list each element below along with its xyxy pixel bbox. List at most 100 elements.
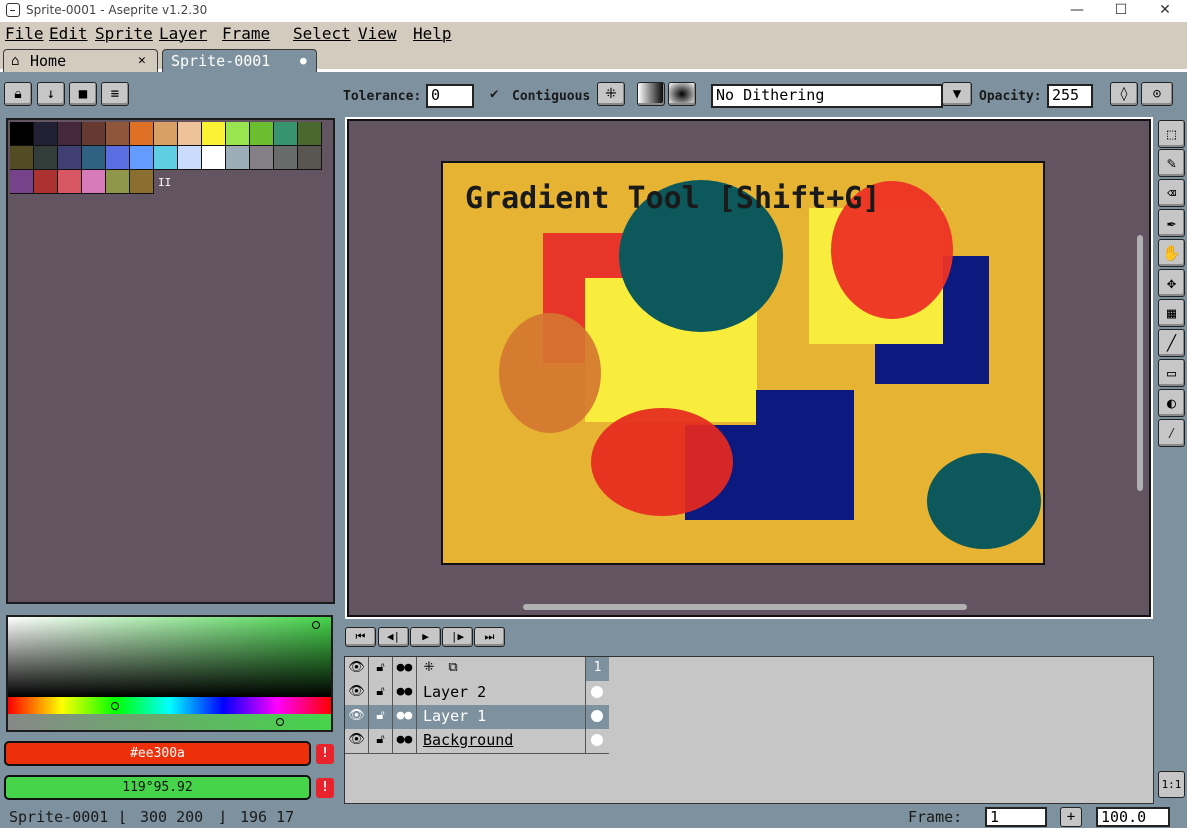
palette-swatch[interactable] — [154, 122, 178, 146]
canvas-viewport[interactable]: Gradient Tool [Shift+G] — [345, 117, 1153, 619]
frame-input[interactable]: 1 — [985, 807, 1047, 827]
cel[interactable] — [585, 705, 609, 729]
continuous-icon[interactable]: ●● — [393, 705, 417, 729]
palette-swatch[interactable] — [274, 122, 298, 146]
palette-swatch[interactable] — [82, 122, 106, 146]
hand-tool-icon[interactable]: ✋ — [1158, 239, 1185, 267]
opacity-input[interactable]: 255 — [1047, 84, 1093, 108]
lock-icon[interactable]: 🔒︎ — [4, 82, 32, 106]
palette-menu-icon[interactable]: ≡ — [101, 82, 129, 106]
minimize-button[interactable]: — — [1054, 0, 1100, 22]
gradient-tool-icon[interactable]: ▦ — [1158, 299, 1185, 327]
dithering-select[interactable]: No Dithering — [711, 84, 943, 108]
layer-row[interactable]: 👁︎ 🔓︎ ●● Layer 2 — [345, 681, 609, 706]
zoom-input[interactable]: 100.0 — [1096, 807, 1170, 827]
fg-warning-icon[interactable]: ! — [316, 744, 334, 764]
previous-frame-icon[interactable]: ◀| — [378, 627, 409, 647]
palette-swatch[interactable] — [298, 146, 322, 170]
menu-file[interactable]: File — [5, 24, 44, 43]
palette-swatch[interactable] — [154, 146, 178, 170]
alpha-cursor[interactable] — [276, 718, 284, 726]
tolerance-input[interactable]: 0 — [426, 84, 474, 108]
radial-gradient-icon[interactable] — [668, 82, 696, 106]
palette-swatch[interactable] — [82, 170, 106, 194]
palette-swatch[interactable] — [106, 122, 130, 146]
palette-swatch[interactable] — [10, 170, 34, 194]
contour-tool-icon[interactable]: ◐ — [1158, 389, 1185, 417]
tab-home-close-icon[interactable]: ✕ — [138, 50, 146, 72]
menu-sprite[interactable]: Sprite — [95, 24, 153, 43]
linear-gradient-icon[interactable] — [637, 82, 665, 106]
layer-group-icon[interactable]: ⧉ — [441, 657, 465, 681]
palette-swatch[interactable] — [82, 146, 106, 170]
palette-swatch[interactable] — [202, 122, 226, 146]
background-color-button[interactable]: 119°95.92 — [4, 775, 311, 800]
palette-swatch[interactable] — [106, 146, 130, 170]
sprite-canvas[interactable]: Gradient Tool [Shift+G] — [441, 161, 1045, 565]
palette-swatch[interactable] — [226, 122, 250, 146]
menu-help[interactable]: Help — [413, 24, 452, 43]
palette-swatch[interactable] — [58, 146, 82, 170]
foreground-color-button[interactable]: #ee300a — [4, 741, 311, 766]
pixel-connectivity-icon[interactable]: ⁜ — [597, 82, 625, 106]
lock-header-icon[interactable]: 🔓︎ — [369, 657, 393, 681]
menu-select[interactable]: Select — [293, 24, 351, 43]
unlock-icon[interactable]: 🔓︎ — [369, 681, 393, 705]
bg-warning-icon[interactable]: ! — [316, 778, 334, 798]
vertical-scrollbar[interactable] — [1137, 235, 1143, 491]
palette-swatch[interactable] — [58, 122, 82, 146]
rectangle-tool-icon[interactable]: ▭ — [1158, 359, 1185, 387]
palette-swatch[interactable] — [130, 146, 154, 170]
last-frame-icon[interactable]: ⏭ — [474, 627, 505, 647]
palette-swatch[interactable] — [274, 146, 298, 170]
eye-icon[interactable]: 👁︎ — [345, 681, 369, 705]
palette-swatch[interactable] — [178, 146, 202, 170]
layer-name[interactable]: Layer 1 — [421, 705, 585, 729]
layer-name[interactable]: Background — [421, 729, 585, 753]
palette-swatch[interactable] — [106, 170, 130, 194]
palette-swatch[interactable] — [58, 170, 82, 194]
menu-edit[interactable]: Edit — [49, 24, 88, 43]
palette-swatch[interactable] — [34, 170, 58, 194]
palette-swatch[interactable] — [10, 122, 34, 146]
layer-name[interactable]: Layer 2 — [421, 681, 585, 705]
menu-frame[interactable]: Frame — [222, 24, 270, 43]
palette-swatch[interactable] — [250, 146, 274, 170]
sort-down-icon[interactable]: ↓ — [37, 82, 65, 106]
horizontal-scrollbar[interactable] — [523, 604, 967, 610]
tool-options-icon[interactable]: ⊙ — [1141, 82, 1173, 106]
link-cels-icon[interactable]: ⁜ — [417, 657, 441, 681]
layer-row[interactable]: 👁︎ 🔓︎ ●● Background — [345, 729, 609, 754]
palette-swatch[interactable] — [202, 146, 226, 170]
tab-home[interactable]: ⌂ Home ✕ — [3, 49, 158, 72]
contiguous-checkbox-icon[interactable]: ✔ — [490, 86, 498, 102]
play-icon[interactable]: ▶ — [410, 627, 441, 647]
eyedropper-tool-icon[interactable]: ✒ — [1158, 209, 1185, 237]
onion-skin-icon[interactable]: ●● — [393, 657, 417, 681]
maximize-button[interactable]: ☐ — [1098, 0, 1144, 22]
color-spectrum-panel[interactable] — [6, 615, 333, 732]
line-tool-icon[interactable]: ╱ — [1158, 329, 1185, 357]
next-frame-icon[interactable]: |▶ — [442, 627, 473, 647]
palette-swatch[interactable] — [226, 146, 250, 170]
hue-slider[interactable] — [8, 697, 331, 714]
new-frame-button[interactable]: + — [1060, 807, 1082, 827]
pencil-tool-icon[interactable]: ✎ — [1158, 149, 1185, 177]
unlock-icon[interactable]: 🔓︎ — [369, 705, 393, 729]
continuous-icon[interactable]: ●● — [393, 681, 417, 705]
palette-swatch[interactable] — [34, 146, 58, 170]
pin-icon[interactable]: ◊ — [1110, 82, 1138, 106]
dithering-dropdown-icon[interactable]: ▼ — [942, 82, 972, 106]
zoom-one-to-one-button[interactable]: 1:1 — [1158, 771, 1185, 798]
palette-swatch[interactable] — [178, 122, 202, 146]
menu-layer[interactable]: Layer — [159, 24, 207, 43]
eraser-tool-icon[interactable]: ⌫ — [1158, 179, 1185, 207]
layer-row[interactable]: 👁︎ 🔓︎ ●● Layer 1 — [345, 705, 609, 730]
palette-swatch[interactable] — [10, 146, 34, 170]
palette-swatch[interactable] — [298, 122, 322, 146]
cel[interactable] — [585, 729, 609, 753]
palette-swatch[interactable] — [130, 122, 154, 146]
sv-cursor[interactable] — [312, 621, 320, 629]
close-window-button[interactable]: ✕ — [1142, 0, 1187, 22]
save-palette-icon[interactable]: ■ — [69, 82, 97, 106]
